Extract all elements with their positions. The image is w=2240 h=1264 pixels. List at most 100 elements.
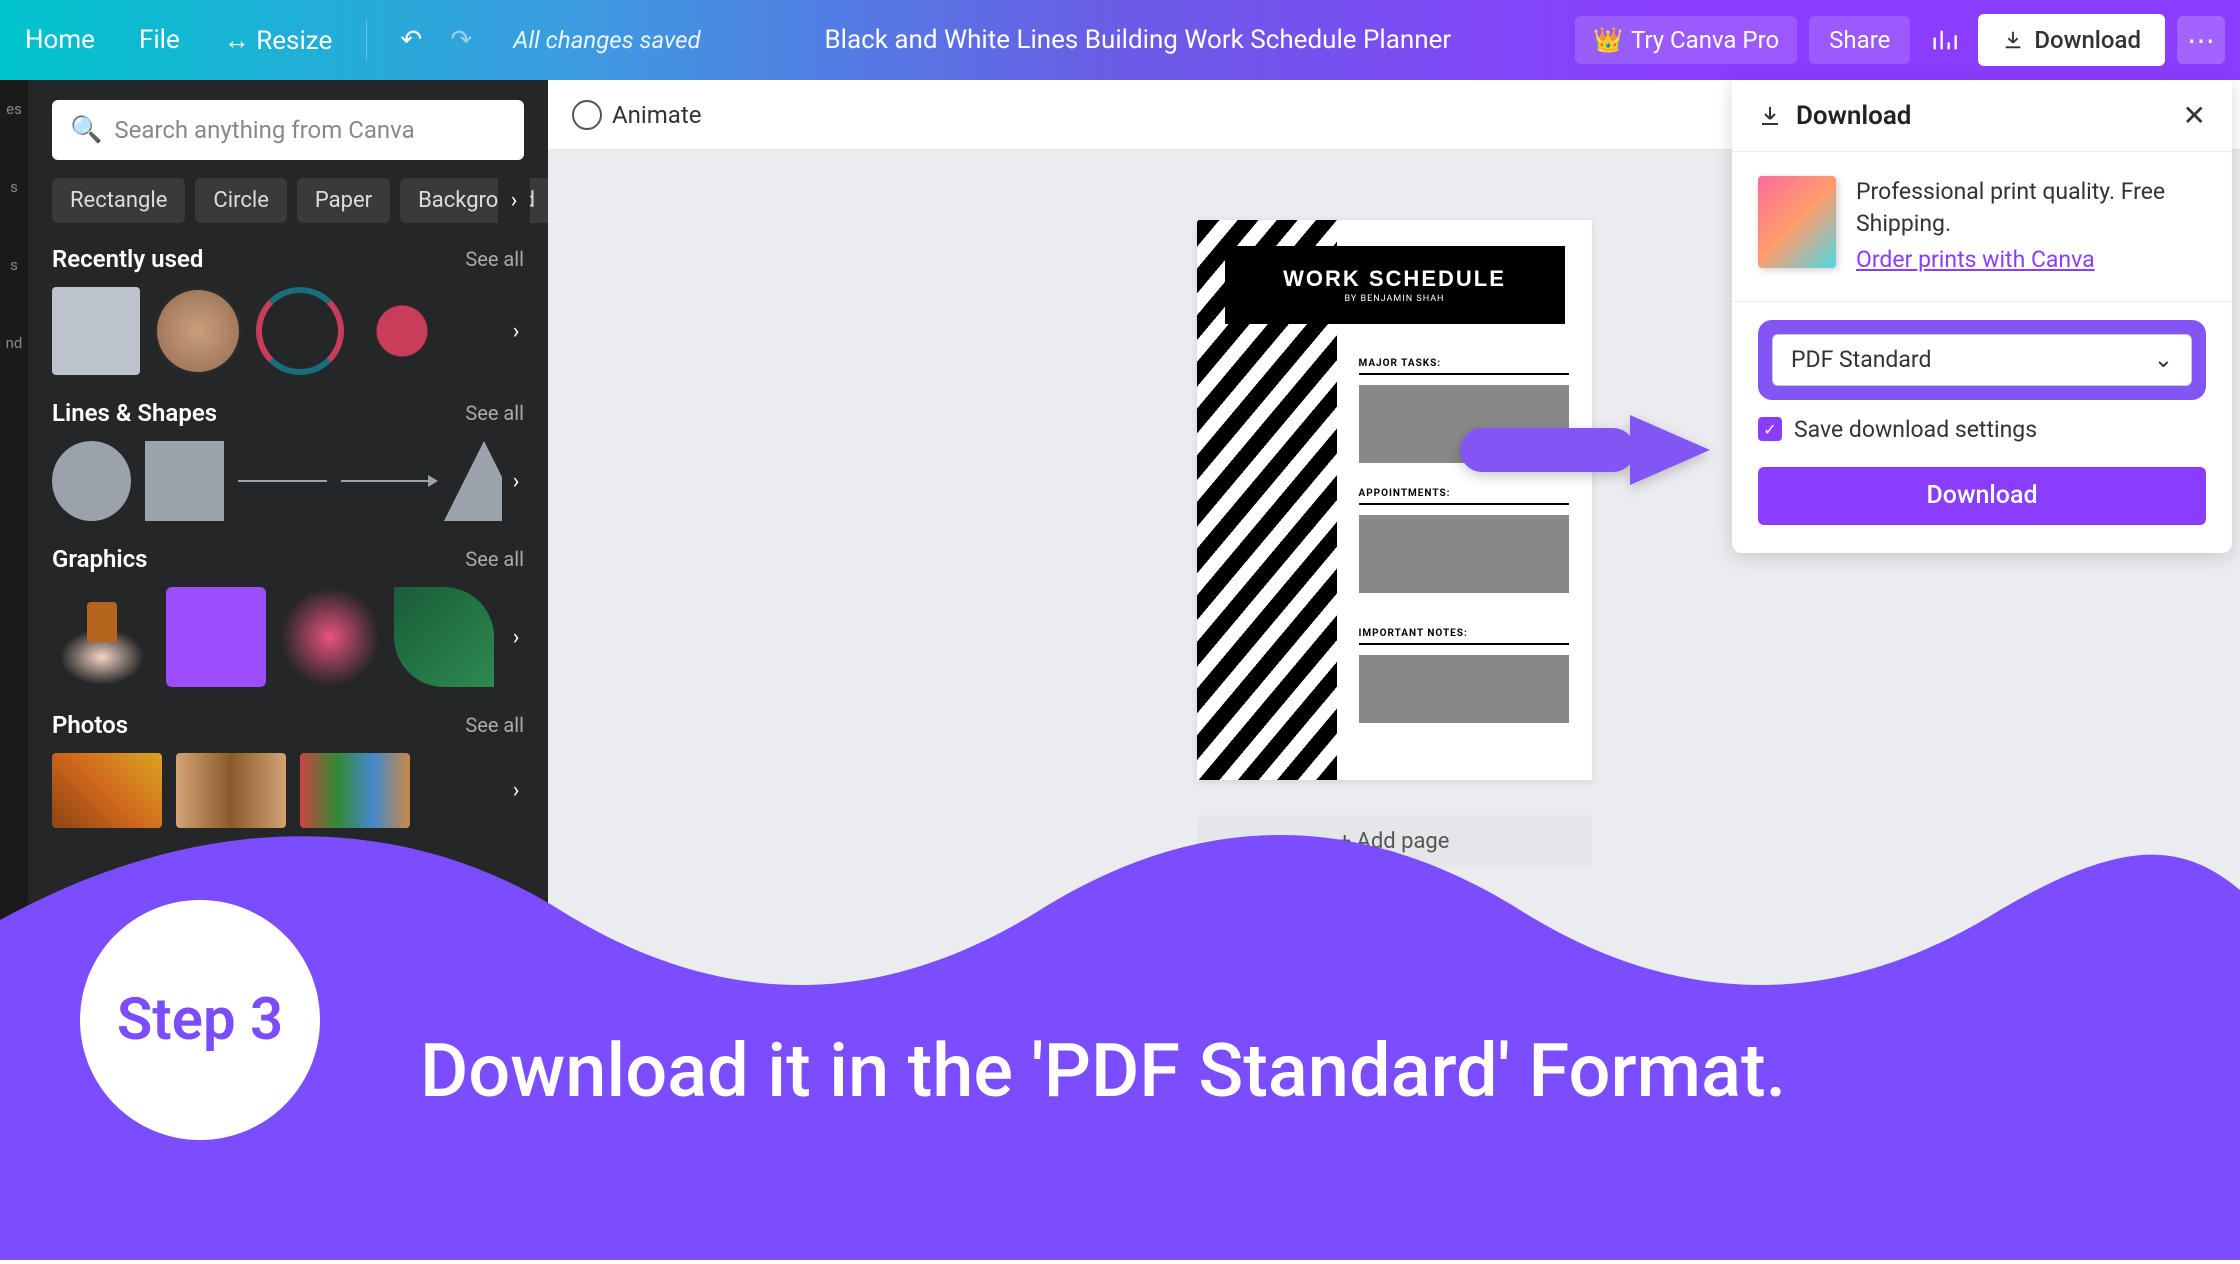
zoom-level[interactable]: 34% [2169,1221,2210,1246]
rail-item[interactable]: s [10,256,18,274]
section-box [1359,515,1569,593]
search-box[interactable]: 🔍 [52,100,524,160]
notes-button[interactable]: ✎ Notes [578,1221,660,1246]
download-confirm-button[interactable]: Download [1758,467,2206,525]
rail-item[interactable]: nd [6,334,23,352]
download-panel-header: Download ✕ [1732,80,2232,152]
scroll-right-icon[interactable]: › [502,747,530,835]
see-all-link[interactable]: See all [465,547,524,571]
rail-item[interactable]: s [10,178,18,196]
element-thumb[interactable] [358,287,446,375]
chip-paper[interactable]: Paper [297,178,390,223]
step-label: Step 3 [117,986,283,1054]
chip-scroll-right[interactable]: › [498,176,530,226]
download-header-left: Download [1758,101,1911,131]
insights-button[interactable] [1922,18,1966,62]
animate-icon [572,100,602,130]
shape-arrow-line[interactable] [341,480,430,482]
photo-thumb[interactable] [176,753,286,828]
order-prints-link[interactable]: Order prints with Canva [1856,244,2206,276]
thumb-row: › [52,441,524,521]
undo-button[interactable]: ↶ [391,20,431,60]
photo-thumb[interactable] [300,753,410,828]
chevron-down-icon: ⌄ [2154,346,2173,373]
share-button[interactable]: Share [1809,16,1910,64]
document-title[interactable]: Black and White Lines Building Work Sche… [719,25,1557,55]
section-photos: Photos See all › [52,711,524,828]
shape-square[interactable] [145,441,224,521]
see-all-link[interactable]: See all [465,247,524,271]
see-all-link[interactable]: See all [465,713,524,737]
tutorial-arrow [1450,390,1720,510]
promo-message: Professional print quality. Free Shippin… [1856,178,2165,237]
undo-redo-group: ↶ ↷ [391,20,481,60]
file-type-value: PDF Standard [1791,346,1931,373]
section-header: Recently used See all [52,245,524,273]
section-label: IMPORTANT NOTES: [1359,628,1569,639]
section-graphics: Graphics See all › [52,545,524,687]
resize-button[interactable]: ↔ Resize [214,17,343,64]
sidebar-collapse-toggle[interactable]: ‹ [540,560,548,630]
file-type-select[interactable]: PDF Standard ⌄ [1772,334,2192,386]
notes-label: Notes [602,1221,660,1246]
download-label: Download [2034,26,2141,54]
shape-circle[interactable] [52,441,131,521]
download-panel: Download ✕ Professional print quality. F… [1732,80,2232,553]
graphic-thumb[interactable] [280,587,380,687]
home-button[interactable]: Home [15,17,105,63]
download-button-top[interactable]: Download [1978,14,2165,66]
section-recently-used: Recently used See all › [52,245,524,375]
top-toolbar: Home File ↔ Resize ↶ ↷ All changes saved… [0,0,2240,80]
promo-text: Professional print quality. Free Shippin… [1856,176,2206,277]
chart-icon [1930,26,1958,54]
thumb-row: › [52,587,524,687]
thumb-row: › [52,287,524,375]
download-title: Download [1796,101,1911,131]
bottom-status-bar: ✎ Notes 34% [548,1205,2240,1260]
chip-rectangle[interactable]: Rectangle [52,178,185,223]
animate-label: Animate [612,101,701,129]
save-settings-checkbox[interactable]: ✓ [1758,417,1782,441]
section-header: Photos See all [52,711,524,739]
section-lines-shapes: Lines & Shapes See all › [52,399,524,521]
print-promo: Professional print quality. Free Shippin… [1732,152,2232,302]
section-divider [1359,373,1569,375]
chip-row: Rectangle Circle Paper Background › [52,178,524,223]
search-icon: 🔍 [70,115,102,145]
add-page-button[interactable]: + Add page [1197,815,1592,867]
search-input[interactable] [114,116,506,144]
element-thumb[interactable] [52,287,140,375]
try-pro-button[interactable]: 👑Try Canva Pro [1575,16,1797,64]
save-settings-label: Save download settings [1794,416,2037,443]
scroll-right-icon[interactable]: › [502,593,530,681]
promo-thumbnail [1758,176,1836,268]
more-button[interactable]: ⋯ [2177,16,2225,64]
section-header: Graphics See all [52,545,524,573]
graphic-thumb[interactable] [166,587,266,687]
shape-line[interactable] [238,480,327,482]
graphic-thumb[interactable] [52,587,152,687]
chip-circle[interactable]: Circle [195,178,286,223]
scroll-right-icon[interactable]: › [502,287,530,375]
file-type-highlight: PDF Standard ⌄ [1758,320,2206,400]
photo-thumb[interactable] [52,753,162,828]
see-all-link[interactable]: See all [465,401,524,425]
save-settings-row[interactable]: ✓ Save download settings [1758,416,2206,443]
rail-item[interactable]: es [6,100,22,118]
section-label: MAJOR TASKS: [1359,358,1569,369]
close-button[interactable]: ✕ [2183,99,2206,132]
graphic-thumb[interactable] [394,587,494,687]
scroll-right-icon[interactable]: › [502,437,530,525]
redo-button[interactable]: ↷ [441,20,481,60]
topbar-right: 👑Try Canva Pro Share Download ⋯ [1575,14,2225,66]
animate-button[interactable]: Animate [572,100,701,130]
resize-icon: ↔ [224,26,256,56]
thumb-row: › [52,753,524,828]
element-thumb[interactable] [154,287,242,375]
section-title: Photos [52,711,128,739]
element-thumb[interactable] [256,287,344,375]
page-subtitle: BY BENJAMIN SHAH [1345,294,1445,304]
section-title: Lines & Shapes [52,399,217,427]
file-menu[interactable]: File [129,17,190,63]
try-pro-label: Try Canva Pro [1631,26,1779,54]
